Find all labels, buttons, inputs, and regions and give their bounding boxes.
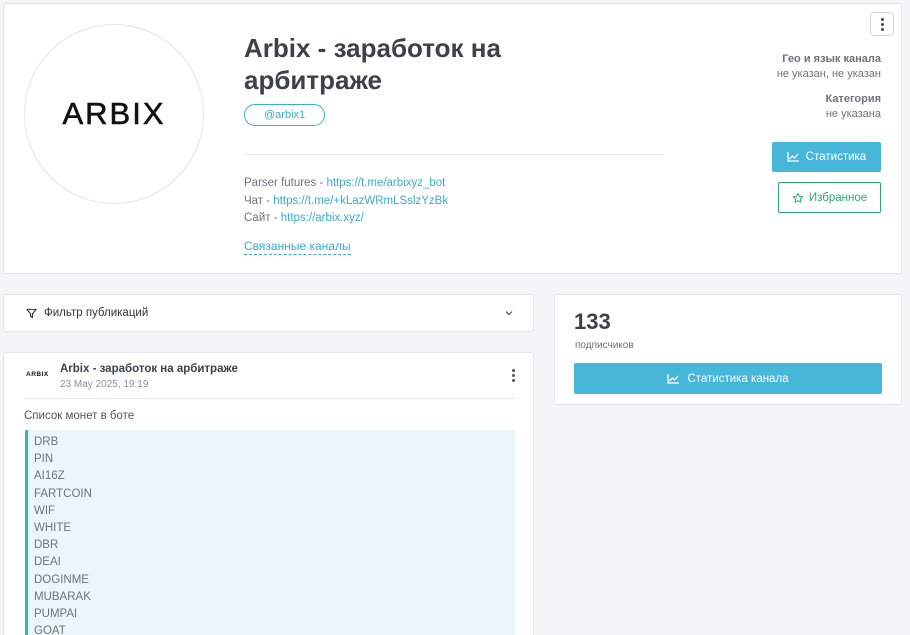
description-line: Чат - https://t.me/+kLazWRmLSslzYzBk	[244, 194, 449, 207]
channel-logo: ARBIX	[62, 96, 166, 132]
channel-avatar: ARBIX	[24, 24, 204, 204]
related-channels-link[interactable]: Связанные каналы	[244, 239, 351, 255]
geo-value: не указан, не указан	[776, 68, 881, 80]
channel-statistics-button[interactable]: Статистика канала	[574, 363, 882, 394]
subscriber-count: 133	[574, 309, 611, 334]
dot-icon	[880, 22, 884, 26]
geo-label: Гео и язык канала	[782, 53, 881, 65]
post-options-button[interactable]	[510, 367, 516, 383]
chart-icon	[787, 152, 799, 162]
dot-icon	[880, 17, 884, 21]
geo-language-block: Гео и язык канала не указан, не указан	[777, 52, 881, 82]
coin-item: WHITE	[34, 522, 72, 535]
category-block: Категория не указана	[825, 92, 881, 122]
dot-icon	[511, 373, 515, 377]
post-card: ARBIX Arbix - заработок на арбитраже 23 …	[3, 352, 534, 635]
channel-handle[interactable]: @arbix1	[244, 104, 326, 126]
divider	[24, 398, 515, 399]
chart-icon	[667, 373, 680, 384]
post-avatar: ARBIX	[26, 371, 49, 378]
description-line: Parser futures - https://t.me/arbixyz_bo…	[244, 177, 446, 189]
channel-description: Parser futures - https://t.me/arbixyz_bo…	[244, 175, 448, 228]
parser-link[interactable]: https://t.me/arbixyz_bot	[326, 177, 445, 189]
coin-item: DRB	[34, 436, 59, 448]
subscriber-stats-card: 133 подписчиков Статистика канала	[554, 294, 902, 405]
chevron-down-icon	[505, 311, 513, 316]
coin-item: PUMPAI	[34, 608, 78, 621]
description-line: Сайт - https://arbix.xyz/	[244, 212, 364, 224]
coin-item: GOAT	[34, 625, 66, 635]
filter-icon	[26, 308, 37, 318]
category-value: не указана	[825, 108, 881, 120]
channel-title: Arbix - заработок на арбитраже	[244, 33, 501, 95]
coin-list-blockquote: DRB PIN AI16Z FARTCOIN WIF WHITE DBR DEA…	[25, 430, 515, 635]
coin-item: WIF	[34, 504, 56, 517]
star-icon	[792, 192, 804, 203]
more-options-button[interactable]	[870, 12, 894, 36]
channel-header-card: ARBIX Arbix - заработок на арбитраже @ar…	[3, 3, 902, 274]
divider	[244, 154, 664, 155]
post-text: Список монет в боте	[24, 410, 135, 422]
site-link[interactable]: https://arbix.xyz/	[281, 212, 364, 224]
favorite-button[interactable]: Избранное	[778, 182, 881, 213]
coin-item: PIN	[34, 453, 54, 466]
statistics-button[interactable]: Статистика	[772, 142, 881, 172]
post-date: 23 May 2025, 19:19	[60, 379, 149, 390]
filter-label: Фильтр публикаций	[44, 307, 149, 319]
coin-item: DOGINME	[34, 573, 89, 586]
subscriber-label: подписчиков	[575, 340, 634, 351]
chat-link[interactable]: https://t.me/+kLazWRmLSslzYzBk	[273, 195, 448, 207]
coin-item: AI16Z	[34, 470, 65, 483]
coin-item: MUBARAK	[34, 590, 91, 603]
post-author[interactable]: Arbix - заработок на арбитраже	[60, 363, 238, 375]
dot-icon	[511, 368, 515, 372]
coin-item: DEAI	[34, 556, 61, 569]
category-label: Категория	[825, 93, 881, 105]
dot-icon	[511, 378, 515, 382]
dot-icon	[880, 27, 884, 31]
coin-item: FARTCOIN	[34, 487, 92, 500]
post-filter-dropdown[interactable]: Фильтр публикаций	[3, 294, 534, 332]
coin-item: DBR	[34, 539, 59, 552]
